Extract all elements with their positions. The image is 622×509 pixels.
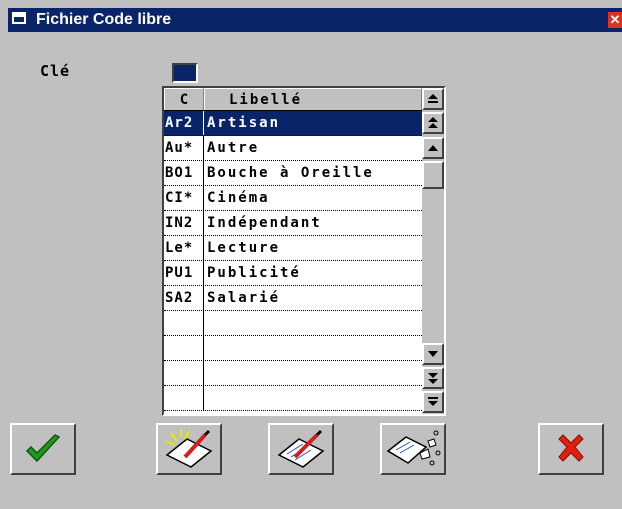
edit-document-pencil-icon [277, 429, 325, 468]
up-arrow-icon [428, 145, 438, 151]
scroll-first-button[interactable] [422, 88, 444, 110]
scroll-page-up-button[interactable] [422, 112, 444, 134]
grid-header: C Libellé [164, 88, 422, 111]
code-cell [164, 386, 204, 410]
close-icon[interactable]: ✕ [608, 12, 622, 28]
libelle-cell: Bouche à Oreille [207, 165, 374, 181]
column-header-code[interactable]: C [164, 88, 204, 110]
table-row[interactable] [164, 386, 422, 411]
libelle-cell: Cinéma [207, 190, 270, 206]
column-header-libelle[interactable]: Libellé [204, 88, 422, 110]
libelle-cell: Publicité [207, 265, 301, 281]
code-cell: Ar2 [164, 111, 204, 135]
new-document-pencil-icon [164, 429, 213, 468]
libelle-cell: Lecture [207, 240, 281, 256]
delete-button[interactable] [380, 423, 446, 475]
libelle-cell: Salarié [207, 290, 281, 306]
code-cell [164, 336, 204, 360]
edit-button[interactable] [268, 423, 334, 475]
libelle-cell [204, 336, 422, 360]
libelle-cell: Indépendant [207, 215, 322, 231]
title-bar[interactable]: Fichier Code libre ✕ [8, 8, 622, 32]
scroll-down-button[interactable] [422, 343, 444, 365]
cle-input[interactable] [172, 63, 198, 83]
scroll-thumb[interactable] [422, 161, 444, 189]
scroll-last-button[interactable] [422, 391, 444, 413]
libelle-cell [204, 386, 422, 410]
cancel-button[interactable] [538, 423, 604, 475]
grid-rows: Ar2 Artisan Au* Autre BO1 Bouche à Oreille CI*… [164, 111, 422, 414]
code-cell: BO1 [164, 161, 204, 185]
down-arrow-icon [428, 351, 438, 357]
scroll-up-button[interactable] [422, 137, 444, 159]
libelle-cell [204, 361, 422, 385]
libelle-cell [204, 311, 422, 335]
table-row[interactable]: BO1 Bouche à Oreille [164, 161, 422, 186]
red-x-icon [558, 434, 584, 462]
table-row[interactable]: Ar2 Artisan [164, 111, 422, 136]
code-cell: Au* [164, 136, 204, 160]
scroll-page-down-button[interactable] [422, 367, 444, 389]
code-cell: Le* [164, 236, 204, 260]
table-row[interactable] [164, 311, 422, 336]
page-up-arrow-icon [428, 117, 438, 128]
libelle-cell: Autre [207, 140, 260, 156]
table-row[interactable] [164, 361, 422, 386]
table-row[interactable]: CI* Cinéma [164, 186, 422, 211]
cle-label: Clé [40, 62, 71, 80]
table-row[interactable]: Au* Autre [164, 136, 422, 161]
window-title: Fichier Code libre [36, 11, 172, 28]
table-row[interactable]: PU1 Publicité [164, 261, 422, 286]
validate-button[interactable] [10, 423, 76, 475]
table-row[interactable]: Le* Lecture [164, 236, 422, 261]
libelle-cell: Artisan [207, 115, 281, 131]
table-row[interactable]: IN2 Indépendant [164, 211, 422, 236]
code-cell: CI* [164, 186, 204, 210]
code-cell [164, 311, 204, 335]
double-up-arrow-icon [428, 94, 438, 103]
page-down-arrow-icon [428, 373, 438, 384]
double-down-arrow-icon [428, 397, 438, 406]
checkmark-icon [25, 434, 61, 463]
code-cell: IN2 [164, 211, 204, 235]
code-cell: SA2 [164, 286, 204, 310]
new-button[interactable] [156, 423, 222, 475]
code-grid[interactable]: C Libellé Ar2 Artisan Au* Autre BO1 Bouche à … [162, 86, 446, 416]
table-row[interactable] [164, 336, 422, 361]
vertical-scrollbar[interactable] [422, 88, 444, 414]
shred-document-icon [386, 430, 441, 466]
code-cell [164, 361, 204, 385]
code-cell: PU1 [164, 261, 204, 285]
table-row[interactable]: SA2 Salarié [164, 286, 422, 311]
window-system-icon[interactable] [12, 12, 26, 24]
